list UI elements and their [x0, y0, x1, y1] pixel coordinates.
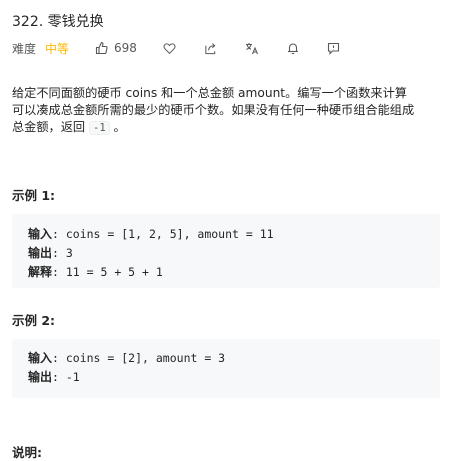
output-key: 输出	[28, 246, 53, 260]
example-2-heading: 示例 2:	[12, 313, 56, 328]
problem-description: 给定不同面额的硬币 coins 和一个总金额 amount。编写一个函数来计算 …	[12, 85, 444, 137]
output-value: : -1	[52, 370, 80, 384]
description-line: 可以凑成总金额所需的最少的硬币个数。如果没有任何一种硬币组合能组成	[12, 103, 415, 117]
example-2-input: 输入: coins = [2], amount = 3	[28, 349, 225, 368]
example-1-heading: 示例 1:	[12, 188, 56, 203]
example-1-code-block: 输入: coins = [1, 2, 5], amount = 11 输出: 3…	[12, 214, 440, 288]
input-value: : coins = [2], amount = 3	[52, 351, 226, 365]
explanation-value: : 11 = 5 + 5 + 1	[52, 265, 163, 279]
like-button[interactable]: 698	[95, 41, 137, 55]
inline-code: -1	[89, 121, 110, 135]
comment-icon[interactable]	[327, 42, 340, 55]
output-value: : 3	[52, 246, 73, 260]
input-key: 输入	[28, 227, 53, 241]
output-key: 输出	[28, 370, 53, 384]
notes-heading: 说明:	[12, 445, 42, 460]
translate-icon[interactable]	[245, 42, 259, 55]
input-value: : coins = [1, 2, 5], amount = 11	[52, 227, 274, 241]
difficulty-badge: 中等	[45, 41, 70, 56]
difficulty-label: 难度	[12, 41, 37, 56]
problem-meta-bar: 难度 中等 698	[12, 39, 340, 57]
bell-icon[interactable]	[287, 42, 299, 55]
description-line: 给定不同面额的硬币 coins 和一个总金额 amount。编写一个函数来计算	[12, 86, 407, 100]
problem-title: 322. 零钱兑换	[12, 14, 104, 30]
description-text: 总金额，返回	[12, 120, 89, 134]
example-2-output: 输出: -1	[28, 368, 80, 387]
description-text: 。	[109, 120, 126, 134]
example-2-code-block: 输入: coins = [2], amount = 3 输出: -1	[12, 339, 440, 398]
thumbs-up-icon	[95, 41, 109, 55]
description-line: 总金额，返回 -1 。	[12, 119, 444, 137]
share-icon[interactable]	[204, 42, 217, 55]
input-key: 输入	[28, 351, 53, 365]
example-1-input: 输入: coins = [1, 2, 5], amount = 11	[28, 225, 274, 244]
example-1-output: 输出: 3	[28, 244, 73, 263]
heart-icon[interactable]	[163, 42, 176, 55]
like-count: 698	[114, 41, 137, 55]
example-1-explanation: 解释: 11 = 5 + 5 + 1	[28, 263, 163, 282]
explanation-key: 解释	[28, 265, 53, 279]
